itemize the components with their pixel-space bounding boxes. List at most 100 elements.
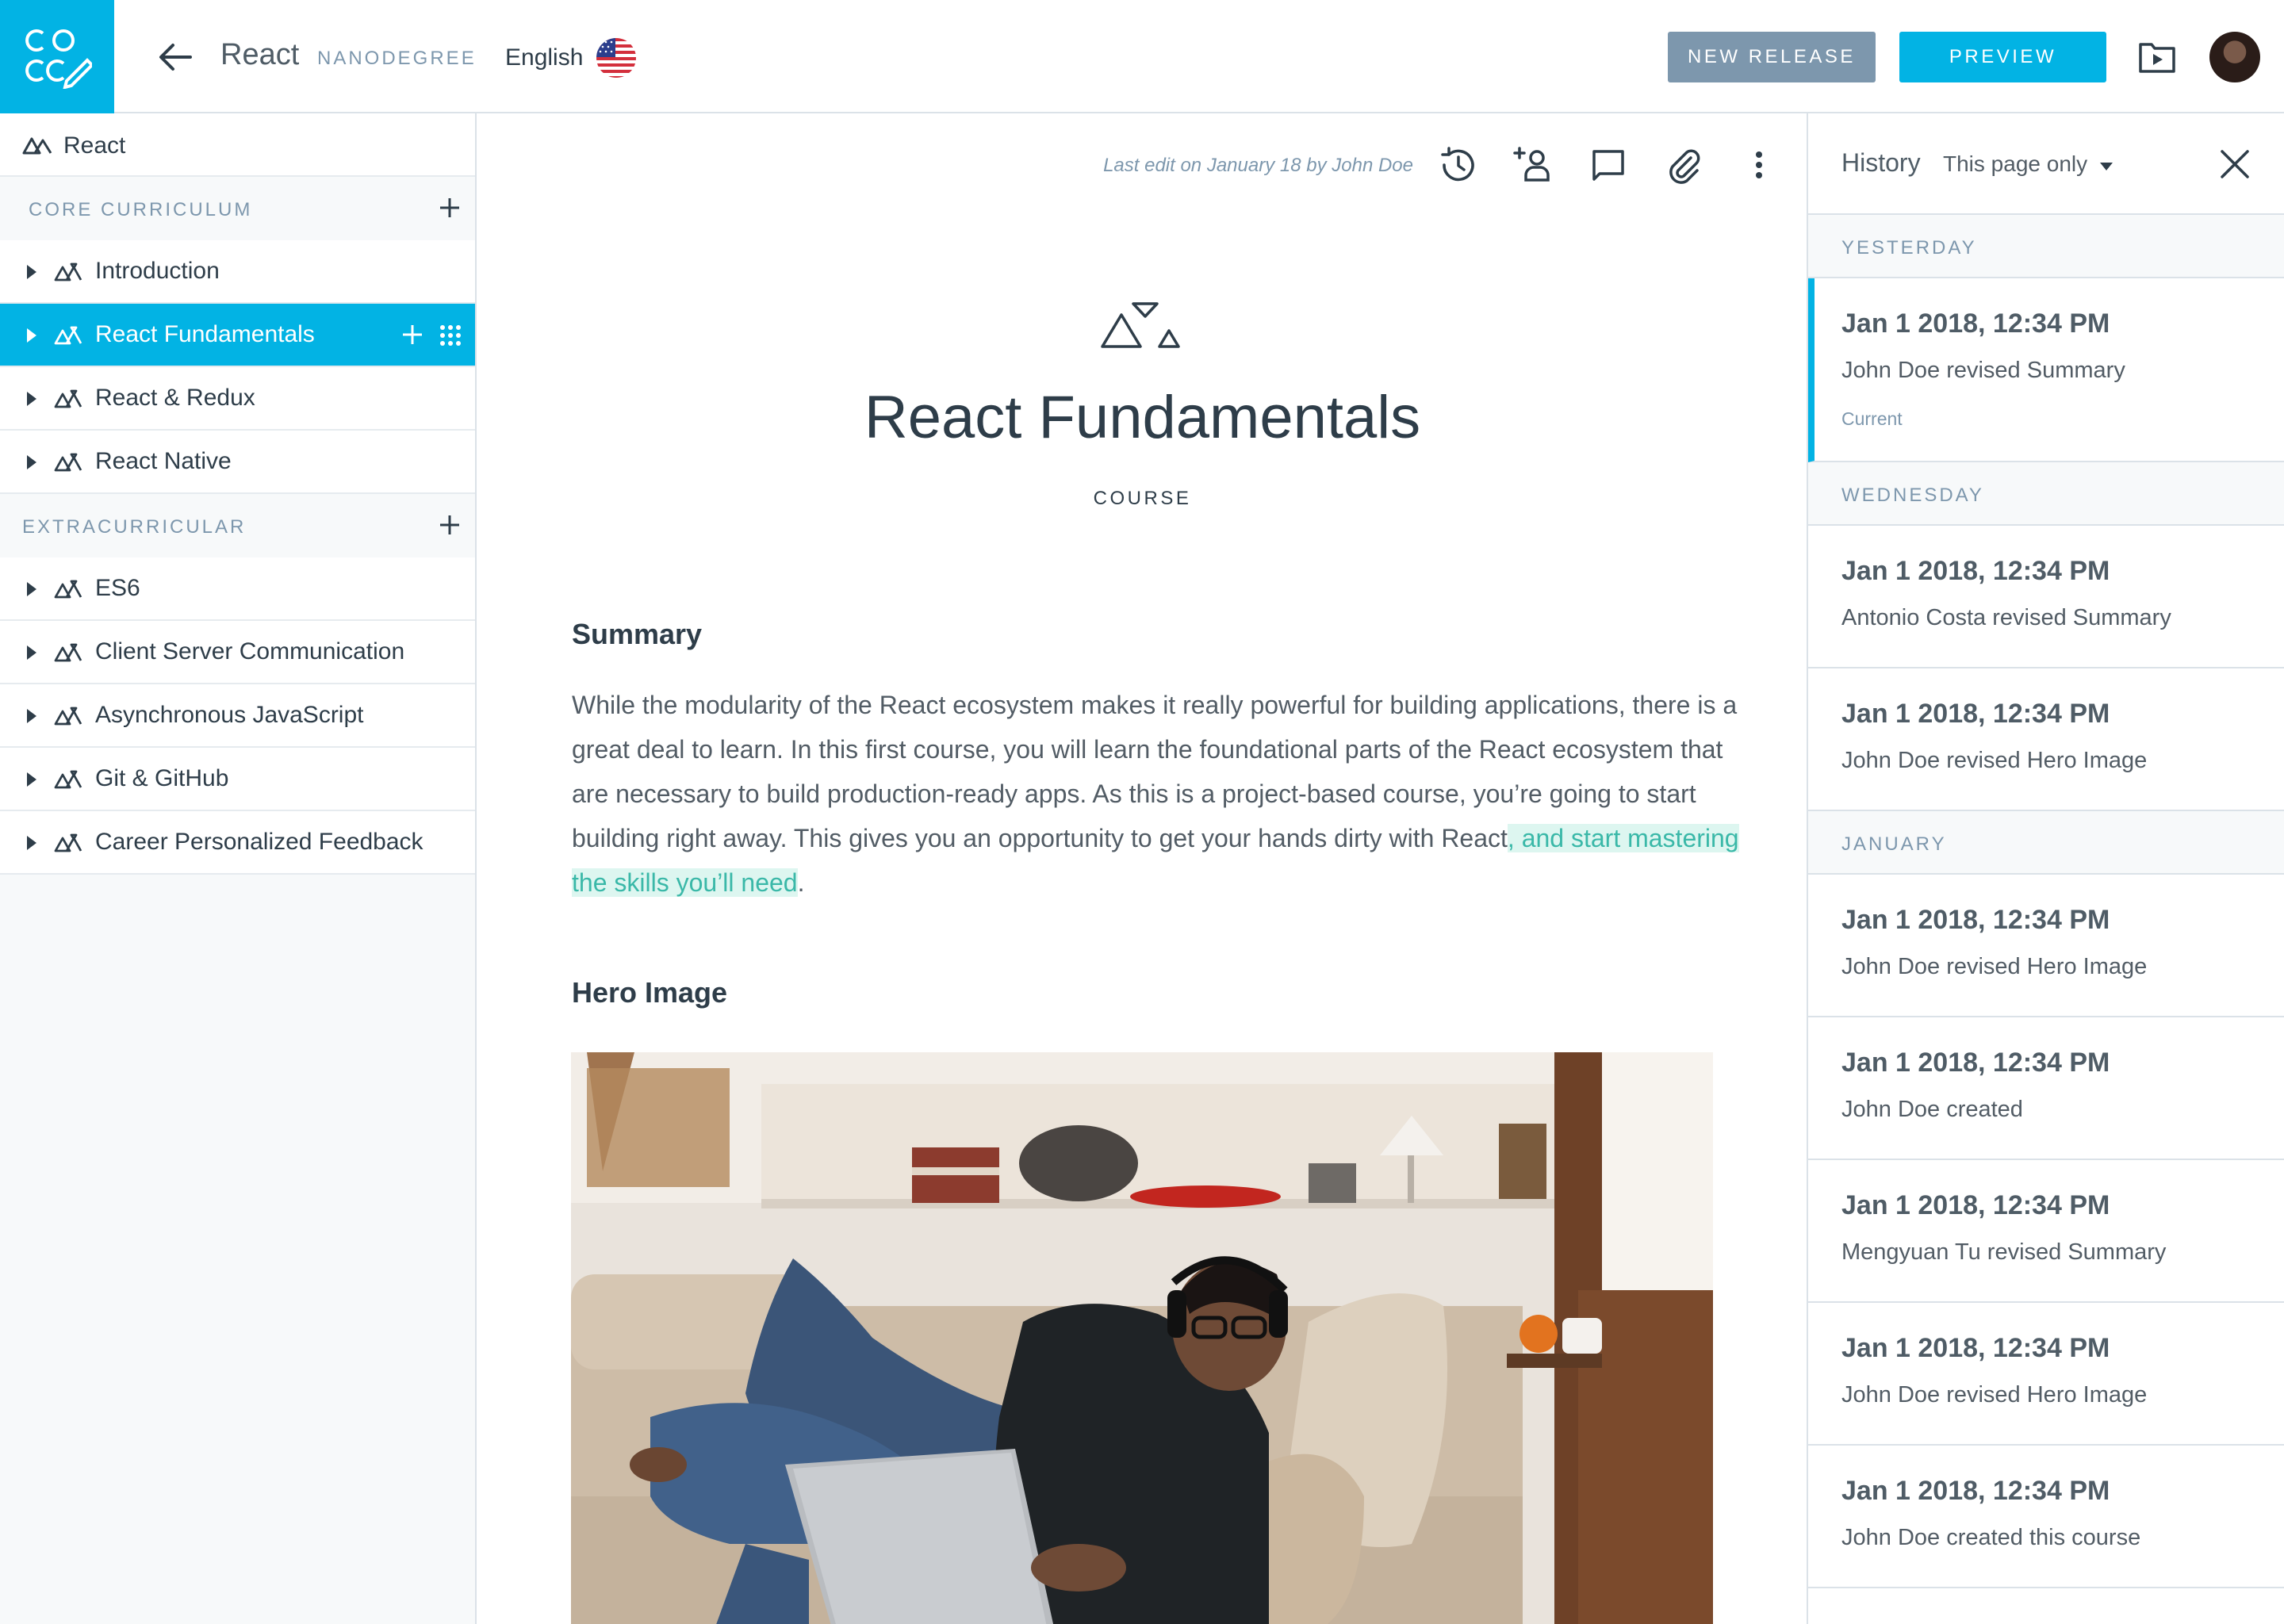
sidebar: React CORE CURRICULUM Introduction React… bbox=[0, 113, 477, 1624]
history-entry-description: John Doe revised Hero Image bbox=[1841, 954, 2148, 979]
history-group-label: WEDNESDAY bbox=[1841, 485, 1984, 506]
history-entry[interactable]: Jan 1 2018, 12:34 PM John Doe revised He… bbox=[1808, 668, 2284, 811]
history-entry[interactable]: Jan 1 2018, 12:34 PM John Doe created th… bbox=[1808, 1446, 2284, 1588]
sidebar-item-asynchronous-javascript[interactable]: Asynchronous JavaScript bbox=[0, 684, 475, 748]
hero-image-heading: Hero Image bbox=[572, 976, 728, 1009]
sidebar-item-client-server-communication[interactable]: Client Server Communication bbox=[0, 621, 475, 684]
sidebar-item-label: Introduction bbox=[95, 258, 220, 284]
triangles-icon bbox=[54, 262, 82, 282]
sidebar-item-career-personalized-feedback[interactable]: Career Personalized Feedback bbox=[0, 811, 475, 875]
language-selector[interactable]: English bbox=[505, 44, 583, 71]
expand-caret-icon[interactable] bbox=[27, 392, 36, 406]
history-entry-description: John Doe revised Hero Image bbox=[1841, 748, 2148, 773]
hero-image[interactable] bbox=[571, 1052, 1713, 1624]
history-entry[interactable]: Jan 1 2018, 12:34 PM Mengyuan Tu revised… bbox=[1808, 1160, 2284, 1303]
sidebar-item-label: Client Server Communication bbox=[95, 638, 405, 665]
summary-text[interactable]: While the modularity of the React ecosys… bbox=[572, 683, 1746, 905]
history-group-header: YESTERDAY bbox=[1808, 215, 2284, 278]
history-entry-date: Jan 1 2018, 12:34 PM bbox=[1841, 1476, 2110, 1506]
last-edit-text: Last edit on January 18 by John Doe bbox=[1103, 155, 1413, 176]
history-entry-current[interactable]: Jan 1 2018, 12:34 PM John Doe revised Su… bbox=[1808, 278, 2284, 462]
expand-caret-icon[interactable] bbox=[27, 328, 36, 343]
comment-icon[interactable] bbox=[1587, 144, 1630, 186]
breadcrumb-title[interactable]: React bbox=[220, 38, 299, 72]
summary-heading: Summary bbox=[572, 618, 703, 650]
sidebar-item-label: ES6 bbox=[95, 575, 140, 601]
sidebar-item-es6[interactable]: ES6 bbox=[0, 557, 475, 621]
history-title: History bbox=[1841, 148, 1921, 177]
course-type-label: COURSE bbox=[1093, 488, 1192, 509]
triangles-icon bbox=[54, 326, 82, 345]
section-label: CORE CURRICULUM bbox=[29, 199, 253, 220]
history-entry-date: Jan 1 2018, 12:34 PM bbox=[1841, 699, 2110, 729]
history-entry-date: Jan 1 2018, 12:34 PM bbox=[1841, 1333, 2110, 1363]
section-extracurricular: EXTRACURRICULAR bbox=[0, 494, 475, 557]
logo-mark bbox=[25, 29, 92, 89]
expand-caret-icon[interactable] bbox=[27, 772, 36, 787]
editor-main: Last edit on January 18 by John Doe Reac… bbox=[478, 113, 1807, 1624]
history-group-label: JANUARY bbox=[1841, 833, 1947, 855]
history-entry[interactable]: Jan 1 2018, 12:34 PM Antonio Costa revis… bbox=[1808, 526, 2284, 668]
expand-caret-icon[interactable] bbox=[27, 709, 36, 723]
triangles-icon bbox=[54, 389, 82, 408]
sidebar-item-label: Asynchronous JavaScript bbox=[95, 702, 364, 728]
paperclip-icon[interactable] bbox=[1662, 144, 1705, 186]
history-entry-date: Jan 1 2018, 12:34 PM bbox=[1841, 1190, 2110, 1220]
back-arrow-icon[interactable] bbox=[155, 37, 195, 77]
sidebar-item-react-redux[interactable]: React & Redux bbox=[0, 367, 475, 431]
history-entry-description: John Doe revised Hero Image bbox=[1841, 1382, 2148, 1408]
history-entry-date: Jan 1 2018, 12:34 PM bbox=[1841, 308, 2110, 339]
section-core-curriculum: CORE CURRICULUM bbox=[0, 177, 475, 240]
more-vertical-icon[interactable] bbox=[1738, 144, 1780, 186]
expand-caret-icon[interactable] bbox=[27, 836, 36, 850]
sidebar-item-label: React Fundamentals bbox=[95, 321, 315, 347]
course-title[interactable]: React Fundamentals bbox=[478, 383, 1807, 452]
triangles-icon bbox=[54, 833, 82, 852]
history-entry-description: John Doe created this course bbox=[1841, 1525, 2141, 1550]
add-lesson-icon[interactable] bbox=[436, 511, 463, 538]
history-entry[interactable]: Jan 1 2018, 12:34 PM John Doe revised He… bbox=[1808, 875, 2284, 1017]
sidebar-item-git-github[interactable]: Git & GitHub bbox=[0, 748, 475, 811]
sidebar-item-react-native[interactable]: React Native bbox=[0, 431, 475, 494]
section-label: EXTRACURRICULAR bbox=[22, 516, 247, 538]
sidebar-item-label: Git & GitHub bbox=[95, 765, 229, 791]
sidebar-item-label: React & Redux bbox=[95, 385, 255, 411]
history-icon[interactable] bbox=[1436, 144, 1479, 186]
close-icon[interactable] bbox=[2216, 145, 2254, 183]
current-label: Current bbox=[1841, 408, 1903, 429]
expand-caret-icon[interactable] bbox=[27, 645, 36, 660]
new-release-button[interactable]: NEW RELEASE bbox=[1668, 32, 1876, 82]
expand-caret-icon[interactable] bbox=[27, 582, 36, 596]
folder-play-icon[interactable] bbox=[2137, 38, 2177, 76]
drag-handle-icon[interactable] bbox=[438, 323, 463, 348]
hero-photo bbox=[571, 1052, 1713, 1624]
expand-caret-icon[interactable] bbox=[27, 265, 36, 279]
chevron-down-icon[interactable] bbox=[2100, 163, 2113, 170]
history-entry-description: Mengyuan Tu revised Summary bbox=[1841, 1239, 2167, 1265]
history-entry-description: Antonio Costa revised Summary bbox=[1841, 605, 2171, 630]
us-flag-icon[interactable] bbox=[596, 38, 636, 78]
history-panel: History This page only YESTERDAY Jan 1 2… bbox=[1807, 113, 2284, 1624]
history-entry[interactable]: Jan 1 2018, 12:34 PM John Doe revised He… bbox=[1808, 1303, 2284, 1446]
sidebar-item-react-fundamentals[interactable]: React Fundamentals bbox=[0, 304, 475, 367]
triangles-icon bbox=[54, 770, 82, 789]
user-avatar[interactable] bbox=[2209, 32, 2260, 82]
history-entry-date: Jan 1 2018, 12:34 PM bbox=[1841, 556, 2110, 586]
history-filter-dropdown[interactable]: This page only bbox=[1943, 151, 2087, 177]
preview-button[interactable]: PREVIEW bbox=[1899, 32, 2106, 82]
history-header: History This page only bbox=[1808, 113, 2284, 215]
history-entry-description: John Doe created bbox=[1841, 1097, 2023, 1122]
history-entry-description: John Doe revised Summary bbox=[1841, 358, 2125, 383]
app-logo[interactable] bbox=[0, 0, 114, 113]
history-group-header: JANUARY bbox=[1808, 811, 2284, 875]
history-entry-date: Jan 1 2018, 12:34 PM bbox=[1841, 905, 2110, 935]
add-user-icon[interactable] bbox=[1512, 144, 1554, 186]
sidebar-item-introduction[interactable]: Introduction bbox=[0, 240, 475, 304]
course-triangles-icon bbox=[1101, 302, 1180, 348]
expand-caret-icon[interactable] bbox=[27, 455, 36, 469]
add-concept-icon[interactable] bbox=[399, 321, 426, 348]
sidebar-root-react[interactable]: React bbox=[0, 113, 475, 177]
add-lesson-icon[interactable] bbox=[436, 194, 463, 221]
history-entry[interactable]: Jan 1 2018, 12:34 PM John Doe created bbox=[1808, 1017, 2284, 1160]
triangles-icon bbox=[54, 580, 82, 599]
